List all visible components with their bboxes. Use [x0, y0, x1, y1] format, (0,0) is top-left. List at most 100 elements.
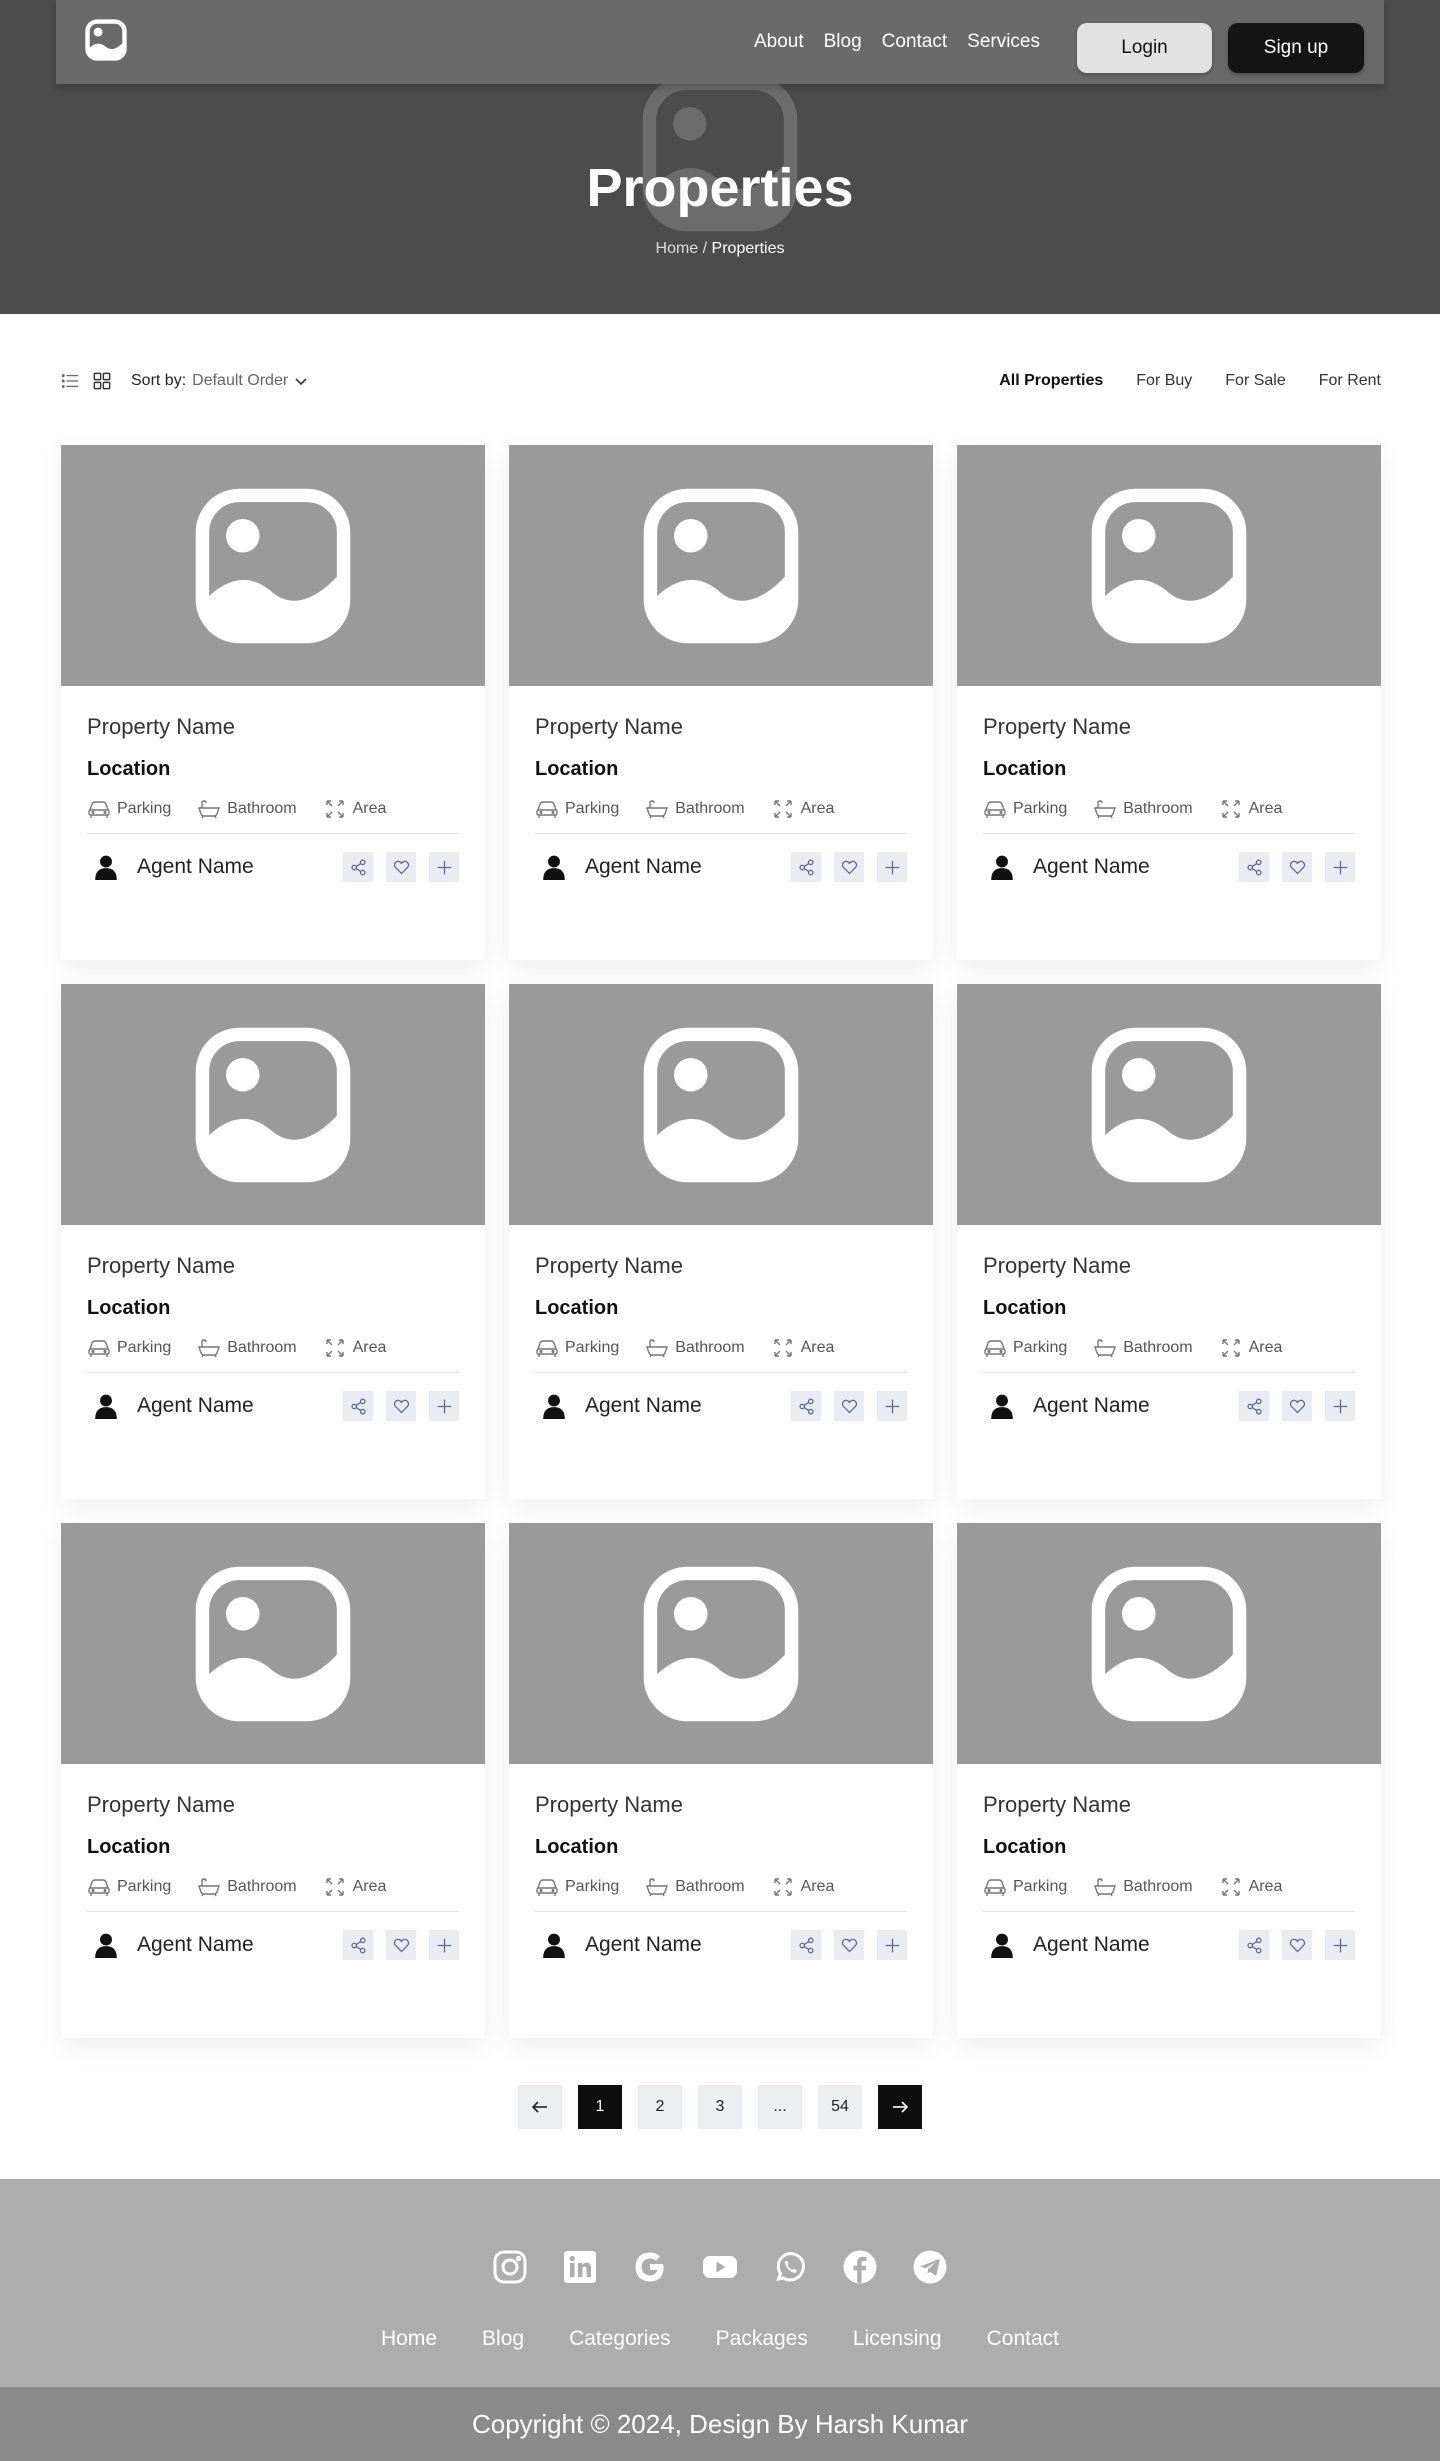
page-button-last[interactable]: 54 — [818, 2085, 862, 2129]
add-button[interactable] — [429, 852, 459, 882]
property-image[interactable] — [509, 1523, 933, 1764]
add-button[interactable] — [877, 852, 907, 882]
favorite-button[interactable] — [834, 1391, 864, 1421]
property-name[interactable]: Property Name — [983, 714, 1355, 740]
share-button[interactable] — [791, 1391, 821, 1421]
nav-link-about[interactable]: About — [754, 31, 804, 53]
feature-parking: Parking — [983, 799, 1067, 819]
favorite-button[interactable] — [1282, 852, 1312, 882]
nav-link-services[interactable]: Services — [967, 31, 1040, 53]
property-image[interactable] — [61, 1523, 485, 1764]
property-card[interactable]: Property Name Location Parking Bathroom … — [957, 1523, 1381, 2038]
share-button[interactable] — [1239, 1930, 1269, 1960]
agent-name[interactable]: Agent Name — [137, 855, 343, 879]
property-name[interactable]: Property Name — [983, 1253, 1355, 1279]
footer-link-licensing[interactable]: Licensing — [853, 2327, 942, 2351]
nav-link-contact[interactable]: Contact — [882, 31, 947, 53]
property-card[interactable]: Property Name Location Parking Bathroom … — [61, 1523, 485, 2038]
footer-link-blog[interactable]: Blog — [482, 2327, 524, 2351]
property-name[interactable]: Property Name — [87, 1792, 459, 1818]
favorite-button[interactable] — [834, 1930, 864, 1960]
whatsapp-icon[interactable] — [772, 2249, 808, 2285]
footer-link-packages[interactable]: Packages — [716, 2327, 808, 2351]
page-button-1[interactable]: 1 — [578, 2085, 622, 2129]
facebook-icon[interactable] — [842, 2249, 878, 2285]
agent-name[interactable]: Agent Name — [1033, 855, 1239, 879]
linkedin-icon[interactable] — [562, 2249, 598, 2285]
property-name[interactable]: Property Name — [535, 1792, 907, 1818]
page-button-3[interactable]: 3 — [698, 2085, 742, 2129]
add-button[interactable] — [1325, 1930, 1355, 1960]
list-view-icon[interactable] — [61, 372, 79, 390]
property-card[interactable]: Property Name Location Parking Bathroom … — [61, 984, 485, 1499]
property-card[interactable]: Property Name Location Parking Bathroom … — [957, 984, 1381, 1499]
page-button-2[interactable]: 2 — [638, 2085, 682, 2129]
add-button[interactable] — [1325, 852, 1355, 882]
breadcrumb-home[interactable]: Home — [656, 240, 699, 257]
favorite-button[interactable] — [834, 852, 864, 882]
add-button[interactable] — [877, 1930, 907, 1960]
property-image[interactable] — [61, 445, 485, 686]
share-button[interactable] — [791, 852, 821, 882]
agent-name[interactable]: Agent Name — [585, 1394, 791, 1418]
agent-name[interactable]: Agent Name — [585, 855, 791, 879]
favorite-button[interactable] — [1282, 1391, 1312, 1421]
share-button[interactable] — [343, 1930, 373, 1960]
grid-view-icon[interactable] — [93, 372, 111, 390]
footer-link-categories[interactable]: Categories — [569, 2327, 671, 2351]
add-button[interactable] — [877, 1391, 907, 1421]
instagram-icon[interactable] — [492, 2249, 528, 2285]
property-image[interactable] — [509, 984, 933, 1225]
add-button[interactable] — [429, 1391, 459, 1421]
favorite-button[interactable] — [386, 1391, 416, 1421]
filter-for-rent[interactable]: For Rent — [1319, 372, 1381, 390]
filter-all-properties[interactable]: All Properties — [999, 372, 1103, 390]
property-card[interactable]: Property Name Location Parking Bathroom … — [61, 445, 485, 960]
logo-icon[interactable] — [84, 18, 128, 62]
property-image[interactable] — [957, 984, 1381, 1225]
agent-name[interactable]: Agent Name — [137, 1394, 343, 1418]
property-name[interactable]: Property Name — [87, 714, 459, 740]
filter-for-sale[interactable]: For Sale — [1225, 372, 1285, 390]
feature-label: Area — [800, 1878, 835, 1895]
youtube-icon[interactable] — [702, 2249, 738, 2285]
property-card[interactable]: Property Name Location Parking Bathroom … — [509, 1523, 933, 2038]
property-image[interactable] — [509, 445, 933, 686]
filter-for-buy[interactable]: For Buy — [1136, 372, 1192, 390]
property-image[interactable] — [61, 984, 485, 1225]
share-button[interactable] — [343, 1391, 373, 1421]
favorite-button[interactable] — [1282, 1930, 1312, 1960]
agent-name[interactable]: Agent Name — [585, 1933, 791, 1957]
share-button[interactable] — [1239, 852, 1269, 882]
property-name[interactable]: Property Name — [535, 714, 907, 740]
favorite-button[interactable] — [386, 1930, 416, 1960]
share-button[interactable] — [1239, 1391, 1269, 1421]
share-button[interactable] — [791, 1930, 821, 1960]
property-image[interactable] — [957, 1523, 1381, 1764]
footer-link-contact[interactable]: Contact — [987, 2327, 1059, 2351]
property-image[interactable] — [957, 445, 1381, 686]
footer-link-home[interactable]: Home — [381, 2327, 437, 2351]
agent-name[interactable]: Agent Name — [137, 1933, 343, 1957]
sort-dropdown[interactable]: Sort by: Default Order — [131, 372, 308, 390]
next-page-button[interactable] — [878, 2085, 922, 2129]
property-card[interactable]: Property Name Location Parking Bathroom … — [509, 984, 933, 1499]
property-card[interactable]: Property Name Location Parking Bathroom … — [509, 445, 933, 960]
nav-link-blog[interactable]: Blog — [824, 31, 862, 53]
prev-page-button[interactable] — [518, 2085, 562, 2129]
google-icon[interactable] — [632, 2249, 668, 2285]
signup-button[interactable]: Sign up — [1228, 23, 1364, 73]
property-name[interactable]: Property Name — [535, 1253, 907, 1279]
agent-name[interactable]: Agent Name — [1033, 1394, 1239, 1418]
image-placeholder-icon — [643, 1566, 799, 1721]
property-name[interactable]: Property Name — [87, 1253, 459, 1279]
login-button[interactable]: Login — [1077, 23, 1212, 73]
add-button[interactable] — [1325, 1391, 1355, 1421]
property-name[interactable]: Property Name — [983, 1792, 1355, 1818]
telegram-icon[interactable] — [912, 2249, 948, 2285]
favorite-button[interactable] — [386, 852, 416, 882]
add-button[interactable] — [429, 1930, 459, 1960]
agent-name[interactable]: Agent Name — [1033, 1933, 1239, 1957]
property-card[interactable]: Property Name Location Parking Bathroom … — [957, 445, 1381, 960]
share-button[interactable] — [343, 852, 373, 882]
